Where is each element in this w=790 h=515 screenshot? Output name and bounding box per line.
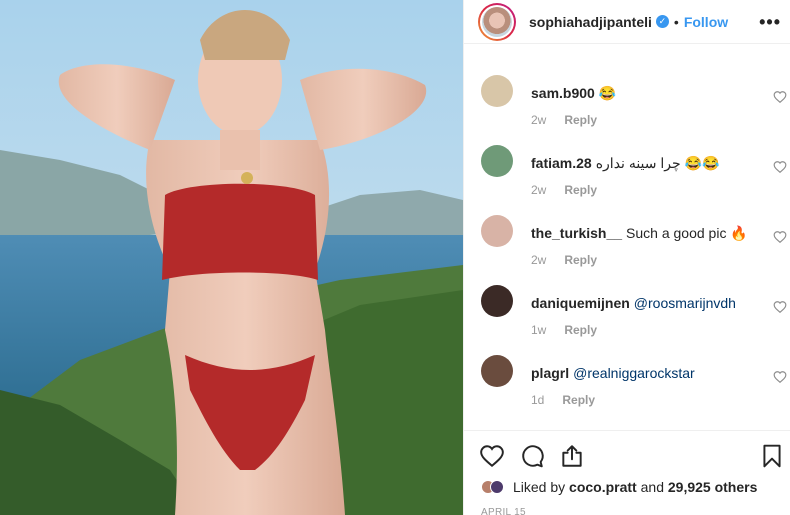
comment-time[interactable]: 1d bbox=[531, 393, 544, 407]
follow-button[interactable]: Follow bbox=[684, 14, 728, 30]
share-icon[interactable] bbox=[559, 443, 585, 469]
heart-icon[interactable] bbox=[479, 443, 505, 469]
comment-text: چرا سینه نداره 😂😂 bbox=[595, 155, 720, 171]
comment-username[interactable]: daniquemijnen bbox=[531, 295, 630, 311]
comment-time[interactable]: 2w bbox=[531, 113, 546, 127]
comment-mention-link[interactable]: @roosmarijnvdh bbox=[634, 295, 736, 311]
post-date[interactable]: APRIL 15 bbox=[481, 507, 526, 515]
reply-button[interactable]: Reply bbox=[562, 393, 595, 407]
liked-by-prefix: Liked by bbox=[513, 479, 566, 495]
avatar-border bbox=[480, 4, 514, 39]
liker-avatar bbox=[490, 480, 504, 494]
comment-text: Such a good pic 🔥 bbox=[626, 225, 748, 241]
comment-like-heart-icon[interactable] bbox=[773, 300, 787, 314]
avatar[interactable] bbox=[478, 2, 516, 41]
reply-button[interactable]: Reply bbox=[564, 253, 597, 267]
comment-time[interactable]: 2w bbox=[531, 183, 546, 197]
comment-icon[interactable] bbox=[519, 443, 545, 469]
post-username[interactable]: sophiahadjipanteli bbox=[529, 14, 652, 30]
commenter-avatar[interactable] bbox=[481, 75, 513, 107]
avatar-image bbox=[482, 6, 512, 37]
comment-item: the_turkish__ Such a good pic 🔥 2w Reply bbox=[464, 210, 790, 280]
comment-username[interactable]: fatiam.28 bbox=[531, 155, 592, 171]
comment-username[interactable]: plagrl bbox=[531, 365, 569, 381]
commenter-avatar[interactable] bbox=[481, 215, 513, 247]
commenter-avatar[interactable] bbox=[481, 355, 513, 387]
comment-like-heart-icon[interactable] bbox=[773, 370, 787, 384]
commenter-avatar[interactable] bbox=[481, 285, 513, 317]
comment-item: daniquemijnen @roosmarijnvdh 1w Reply bbox=[464, 280, 790, 350]
post-action-bar bbox=[464, 430, 790, 475]
bookmark-icon[interactable] bbox=[759, 443, 785, 469]
post-header: sophiahadjipanteli ✓ • Follow ••• bbox=[464, 0, 790, 44]
comment-like-heart-icon[interactable] bbox=[773, 230, 787, 244]
comment-list: sam.b900 😂 2w Reply fatiam.28 چرا سینه ندار… bbox=[464, 70, 790, 420]
post-photo-image bbox=[0, 0, 463, 515]
comment-time[interactable]: 2w bbox=[531, 253, 546, 267]
comment-username[interactable]: the_turkish__ bbox=[531, 225, 622, 241]
comment-time[interactable]: 1w bbox=[531, 323, 546, 337]
more-options-icon[interactable]: ••• bbox=[759, 12, 781, 33]
likes-count[interactable]: 29,925 others bbox=[668, 479, 758, 495]
reply-button[interactable]: Reply bbox=[564, 183, 597, 197]
comment-item: sam.b900 😂 2w Reply bbox=[464, 70, 790, 140]
comment-text: 😂 bbox=[598, 85, 617, 101]
separator-dot: • bbox=[673, 13, 679, 30]
comment-item: plagrl @realniggarockstar 1d Reply bbox=[464, 350, 790, 420]
comment-like-heart-icon[interactable] bbox=[773, 90, 787, 104]
liked-by-connector: and bbox=[640, 479, 664, 495]
comment-item: fatiam.28 چرا سینه نداره 😂😂 2w Reply bbox=[464, 140, 790, 210]
liker-avatars bbox=[481, 478, 507, 496]
reply-button[interactable]: Reply bbox=[564, 113, 597, 127]
comment-like-heart-icon[interactable] bbox=[773, 160, 787, 174]
verified-badge-icon: ✓ bbox=[655, 15, 669, 28]
liked-by-user[interactable]: coco.pratt bbox=[569, 479, 637, 495]
commenter-avatar[interactable] bbox=[481, 145, 513, 177]
post-photo[interactable] bbox=[0, 0, 463, 515]
comment-mention-link[interactable]: @realniggarockstar bbox=[573, 365, 695, 381]
comment-username[interactable]: sam.b900 bbox=[531, 85, 595, 101]
post-sidebar: sophiahadjipanteli ✓ • Follow ••• sam.b9… bbox=[463, 0, 790, 515]
likes-summary: Liked by coco.pratt and 29,925 others bbox=[481, 478, 757, 496]
reply-button[interactable]: Reply bbox=[564, 323, 597, 337]
